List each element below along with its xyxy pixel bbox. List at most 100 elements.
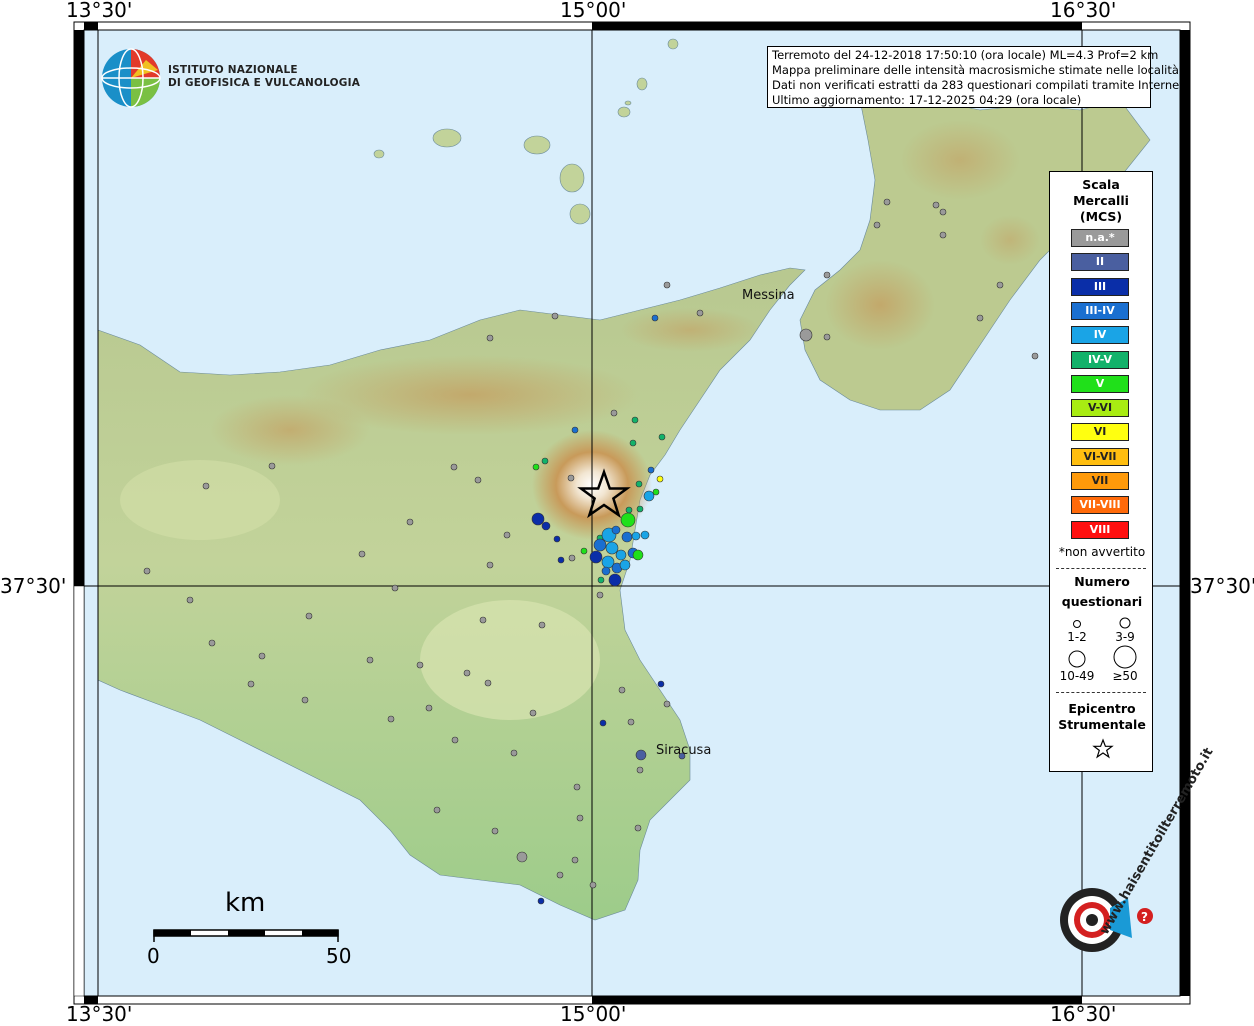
intensity-point [143, 567, 151, 575]
legend-separator-2 [1056, 692, 1146, 693]
intensity-point [567, 474, 575, 482]
intensity-point [557, 556, 565, 564]
size-label-3: 10-49 [1059, 669, 1095, 683]
intensity-point [631, 531, 641, 541]
intensity-point [580, 547, 588, 555]
size-label-2: 3-9 [1115, 630, 1135, 644]
intensity-point [479, 616, 487, 624]
legend-swatch: IV [1071, 326, 1129, 345]
intensity-point [596, 591, 604, 599]
intensity-point [503, 531, 511, 539]
intensity-point [663, 700, 671, 708]
intensity-point [491, 827, 499, 835]
intensity-point [537, 897, 545, 905]
intensity-point [883, 198, 891, 206]
intensity-point [529, 709, 537, 717]
intensity-point [573, 783, 581, 791]
institute-line2: DI GEOFISICA E VULCANOLOGIA [168, 77, 361, 89]
legend-swatch: IV-V [1071, 350, 1129, 369]
intensity-point [643, 490, 655, 502]
intensity-point [571, 426, 579, 434]
intensity-point [1031, 352, 1039, 360]
intensity-point [618, 686, 626, 694]
intensity-point [433, 806, 441, 814]
legend-title-3: (MCS) [1079, 209, 1123, 224]
intensity-point [632, 549, 644, 561]
institute-line1: ISTITUTO NAZIONALE [168, 64, 298, 76]
intensity-point [939, 208, 947, 216]
intensity-point [576, 814, 584, 822]
intensity-point [568, 554, 576, 562]
legend-swatch: VII [1071, 472, 1129, 490]
legend-title-2: Mercalli [1073, 193, 1129, 208]
lat-label-right: 37°30' [1190, 574, 1254, 598]
intensity-point [823, 333, 831, 341]
lat-label-left: 37°30' [0, 574, 67, 598]
intensity-point [640, 530, 650, 540]
intensity-point [387, 715, 395, 723]
intensity-point [651, 314, 659, 322]
intensity-point [608, 573, 622, 587]
intensity-point [247, 680, 255, 688]
legend-title: Scala Mercalli (MCS) [1050, 177, 1152, 225]
intensity-point [939, 231, 947, 239]
intensity-point [510, 749, 518, 757]
intensity-point [823, 271, 831, 279]
intensity-point [366, 656, 374, 664]
place-siracusa: Siracusa [656, 743, 712, 758]
intensity-point [696, 309, 704, 317]
scale-max: 50 [326, 944, 352, 968]
intensity-point [486, 334, 494, 342]
intensity-point [358, 550, 366, 558]
intensity-point [799, 328, 813, 342]
intensity-point [647, 466, 655, 474]
legend-swatch: VI-VII [1071, 447, 1129, 466]
legend-swatch: VI [1071, 423, 1129, 442]
intensity-point [620, 512, 636, 528]
intensity-point [629, 439, 637, 447]
intensity-point [551, 312, 559, 320]
intensity-point [625, 506, 633, 514]
intensity-point [556, 871, 564, 879]
intensity-point [636, 505, 644, 513]
intensity-point [996, 281, 1004, 289]
intensity-point [663, 281, 671, 289]
scale-min: 0 [147, 944, 160, 968]
intensity-point [619, 559, 631, 571]
intensity-point [305, 612, 313, 620]
info-line4: Ultimo aggiornamento: 17-12-2025 04:29 (… [772, 93, 1082, 107]
ingv-logo-text: ISTITUTO NAZIONALE DI GEOFISICA E VULCAN… [168, 64, 360, 90]
intensity-point [541, 521, 551, 531]
ingv-logo-icon [101, 48, 161, 108]
info-line2: Mappa preliminare delle intensità macros… [772, 63, 1179, 77]
intensity-point [656, 475, 664, 483]
size-label-1: 1-2 [1067, 630, 1087, 644]
intensity-point [589, 881, 597, 889]
intensity-point [416, 661, 424, 669]
legend-footnote: *non avvertito [1058, 545, 1146, 559]
legend-swatch: V-VI [1071, 399, 1129, 418]
intensity-point [516, 851, 528, 863]
intensity-point [593, 538, 607, 552]
legend-separator-1 [1056, 568, 1146, 569]
intensity-point [610, 409, 618, 417]
lon-label-bottom-1: 13°30' [66, 1002, 133, 1026]
lon-label-bottom-2: 15°00' [560, 1002, 627, 1026]
intensity-point [391, 584, 399, 592]
legend-swatch: n.a.* [1071, 229, 1129, 247]
intensity-point [597, 576, 605, 584]
intensity-point [451, 736, 459, 744]
legend-panel: Scala Mercalli (MCS) n.a.* II III III-IV IV I… [1049, 171, 1153, 772]
intensity-point [932, 201, 940, 209]
intensity-point [636, 766, 644, 774]
intensity-point [657, 680, 665, 688]
intensity-point [635, 480, 643, 488]
intensity-point [976, 314, 984, 322]
intensity-point [599, 719, 607, 727]
intensity-point [463, 669, 471, 677]
intensity-point [605, 541, 619, 555]
intensity-point [631, 416, 639, 424]
lon-label-top-3: 16°30' [1050, 0, 1117, 22]
intensity-point [873, 221, 881, 229]
intensity-point [541, 457, 549, 465]
